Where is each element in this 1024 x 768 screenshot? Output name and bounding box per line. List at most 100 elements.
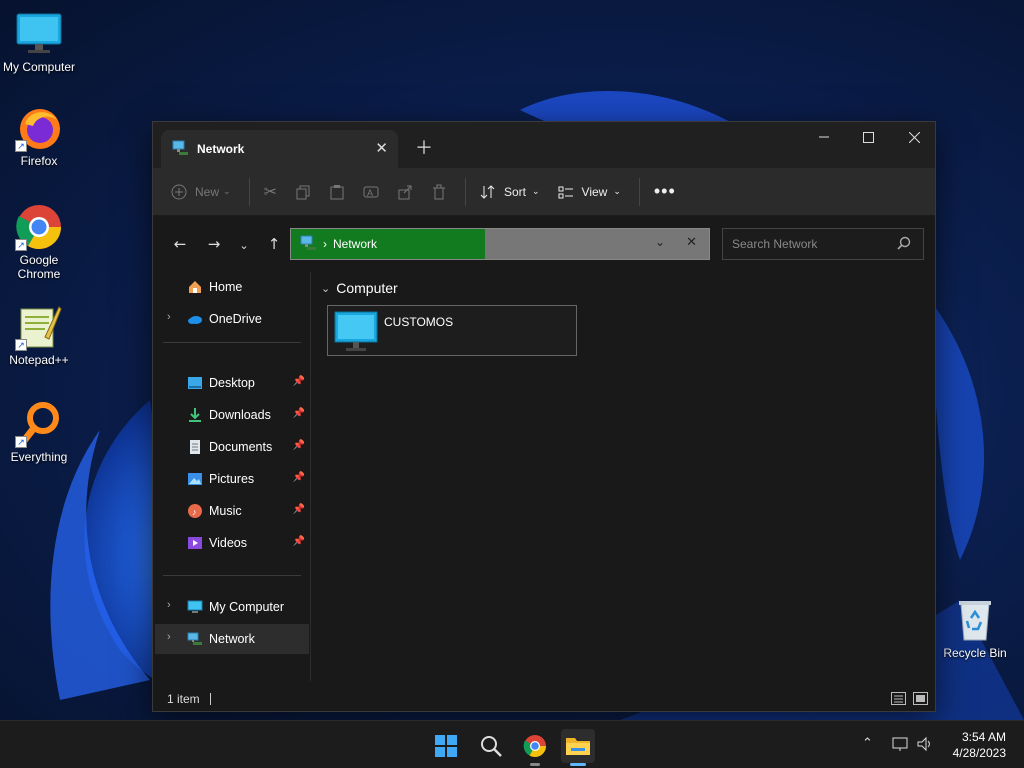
desktop-icon-label: Google Chrome: [17, 253, 61, 281]
up-button[interactable]: ↑: [259, 235, 289, 253]
desktop-icon-notepad-plus-plus[interactable]: ↗ Notepad++: [0, 303, 78, 367]
close-tab-icon[interactable]: ✕: [375, 139, 388, 157]
list-item[interactable]: CUSTOMOS: [327, 305, 577, 356]
music-icon: ♪: [187, 503, 203, 519]
toolbar-divider: [464, 177, 466, 206]
nav-item-videos[interactable]: Videos 📌: [155, 528, 309, 558]
start-button[interactable]: [429, 729, 463, 763]
network-icon: [299, 235, 317, 254]
status-divider: [209, 693, 211, 705]
chevron-right-icon[interactable]: ›: [167, 631, 171, 643]
cut-button[interactable]: ✂: [264, 182, 277, 202]
system-clock[interactable]: 3:54 AM 4/28/2023: [953, 729, 1006, 761]
magnifier-icon: ↗: [15, 400, 63, 448]
chevron-right-icon[interactable]: ›: [167, 311, 171, 323]
pin-icon[interactable]: 📌: [293, 408, 305, 419]
desktop-icon-recycle-bin[interactable]: Recycle Bin: [936, 596, 1014, 660]
file-explorer-taskbar-button[interactable]: [561, 729, 595, 766]
nav-item-label: Network: [209, 632, 255, 646]
scissors-icon: ✂: [263, 183, 277, 201]
tab-network[interactable]: Network ✕: [161, 130, 398, 168]
search-box[interactable]: Search Network: [722, 228, 924, 260]
chrome-icon: [523, 735, 546, 757]
pin-icon[interactable]: 📌: [293, 472, 305, 483]
pin-icon[interactable]: 📌: [293, 376, 305, 387]
chevron-down-icon: ⌄: [531, 186, 540, 196]
minimize-button[interactable]: [801, 122, 847, 152]
search-taskbar-button[interactable]: [474, 729, 508, 763]
toolbar-divider: [248, 177, 250, 206]
active-indicator: [570, 763, 586, 766]
file-list-pane: ⌄ Computer CUSTOMOS: [313, 272, 935, 681]
running-indicator: [530, 763, 540, 766]
nav-item-documents[interactable]: Documents 📌: [155, 432, 309, 462]
nav-item-downloads[interactable]: Downloads 📌: [155, 400, 309, 430]
search-input[interactable]: Search Network: [732, 237, 817, 251]
share-icon: [398, 185, 412, 199]
svg-text:♪: ♪: [192, 507, 197, 517]
monitor-icon: [187, 599, 203, 615]
nav-item-home[interactable]: Home: [155, 272, 309, 302]
paste-button[interactable]: [329, 184, 345, 200]
new-tab-button[interactable]: ＋: [415, 134, 433, 160]
cloud-icon: [187, 311, 203, 327]
rename-button[interactable]: A: [363, 184, 379, 200]
clear-address-icon[interactable]: ✕: [686, 235, 697, 250]
desktop-icon-everything[interactable]: ↗ Everything: [0, 400, 78, 464]
computer-icon: [334, 311, 378, 356]
show-hidden-icons-chevron-icon[interactable]: ⌃: [862, 736, 873, 751]
volume-icon[interactable]: [916, 736, 934, 756]
forward-button[interactable]: →: [199, 235, 229, 253]
group-title: Computer: [336, 280, 398, 296]
address-bar[interactable]: › Network ⌄ ✕: [290, 228, 710, 260]
close-window-button[interactable]: [891, 122, 937, 152]
nav-item-music[interactable]: ♪ Music 📌: [155, 496, 309, 526]
more-horizontal-icon: •••: [653, 181, 676, 201]
back-button[interactable]: ←: [165, 235, 195, 253]
chevron-right-icon[interactable]: ›: [167, 599, 171, 611]
rename-icon: A: [363, 186, 379, 198]
pin-icon[interactable]: 📌: [293, 504, 305, 515]
nav-item-pictures[interactable]: Pictures 📌: [155, 464, 309, 494]
shortcut-arrow-icon: ↗: [15, 339, 27, 351]
search-icon: [481, 736, 502, 757]
nav-item-desktop[interactable]: Desktop 📌: [155, 368, 309, 398]
chevron-down-icon: ⌄: [223, 186, 231, 196]
recent-locations-button[interactable]: ⌄: [229, 235, 259, 253]
pin-icon[interactable]: 📌: [293, 440, 305, 451]
arrow-up-icon: ↑: [267, 235, 281, 253]
nav-item-network[interactable]: › Network: [155, 624, 309, 654]
file-explorer-window: Network ✕ ＋ New ⌄ ✂ A Sort ⌄ View ⌄ ••• …: [152, 121, 936, 712]
clock-time: 3:54 AM: [961, 730, 1006, 744]
maximize-button[interactable]: [845, 122, 891, 152]
chrome-taskbar-button[interactable]: [518, 729, 552, 766]
nav-item-label: Downloads: [209, 408, 271, 422]
more-options-button[interactable]: •••: [654, 181, 676, 202]
new-button[interactable]: New ⌄: [171, 184, 231, 200]
nav-item-my-computer[interactable]: › My Computer: [155, 592, 309, 622]
details-view-button[interactable]: [891, 692, 906, 705]
sort-button[interactable]: Sort ⌄: [480, 184, 540, 200]
nav-item-label: Videos: [209, 536, 247, 550]
desktop-folder-icon: [187, 375, 203, 391]
address-history-dropdown-icon[interactable]: ⌄: [655, 235, 665, 249]
desktop-icon-label: Recycle Bin: [943, 646, 1007, 660]
nav-item-onedrive[interactable]: › OneDrive: [155, 304, 309, 334]
address-path[interactable]: › Network: [291, 229, 485, 259]
delete-button[interactable]: [431, 184, 447, 200]
address-location: Network: [333, 237, 378, 251]
desktop-icon-google-chrome[interactable]: ↗ Google Chrome: [0, 203, 78, 281]
view-button[interactable]: View ⌄: [558, 184, 621, 200]
network-status-icon[interactable]: [892, 736, 910, 756]
shortcut-arrow-icon: ↗: [15, 436, 27, 448]
document-icon: [187, 439, 203, 455]
tab-title: Network: [197, 142, 245, 156]
desktop-icon-firefox[interactable]: ↗ Firefox: [0, 104, 78, 168]
picture-icon: [187, 471, 203, 487]
tiles-view-button[interactable]: [913, 692, 928, 705]
desktop-icon-my-computer[interactable]: My Computer: [0, 10, 78, 74]
group-header-computer[interactable]: ⌄ Computer: [321, 280, 398, 296]
pin-icon[interactable]: 📌: [293, 536, 305, 547]
share-button[interactable]: [397, 184, 413, 200]
copy-button[interactable]: [295, 184, 311, 200]
